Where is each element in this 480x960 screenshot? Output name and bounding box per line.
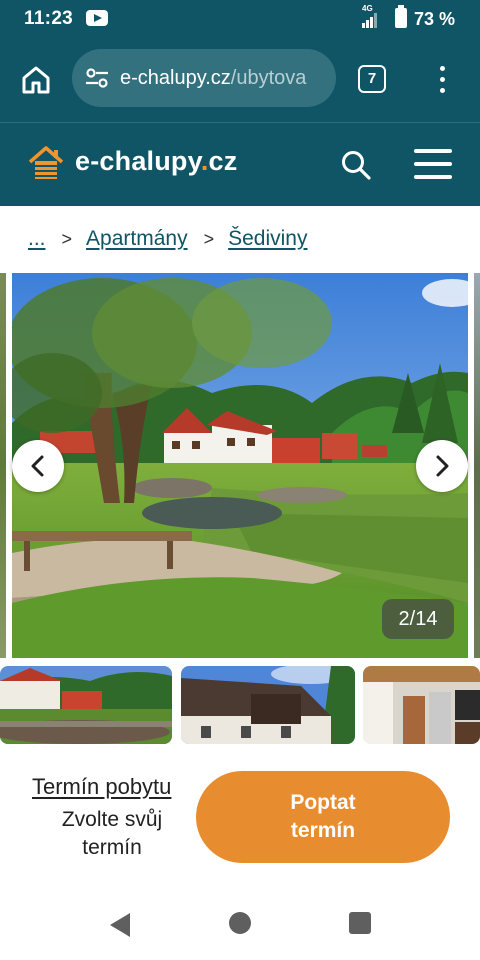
breadcrumb: ... > Apartmány > Šediviny	[28, 224, 307, 254]
browser-toolbar: e-chalupy.cz/ubytova 7	[0, 38, 480, 122]
menu-icon[interactable]	[414, 149, 452, 179]
youtube-notification-icon	[86, 10, 108, 26]
gallery-prev-photo-peek	[0, 273, 6, 658]
url-path: /ubytova	[230, 66, 307, 89]
breadcrumb-separator: >	[203, 228, 215, 249]
breadcrumb-current[interactable]: Šediviny	[228, 227, 307, 251]
status-bar: 11:23 4G 73 %	[0, 0, 480, 38]
gallery-prev-button[interactable]	[12, 440, 64, 492]
signal-icon	[362, 12, 380, 28]
request-term-button[interactable]: Poptat termín	[196, 771, 450, 863]
more-vert-icon[interactable]	[438, 66, 446, 94]
home-nav-icon[interactable]	[229, 912, 251, 934]
breadcrumb-apartmany[interactable]: Apartmány	[86, 227, 188, 251]
logo-suffix: cz	[208, 146, 238, 176]
address-bar[interactable]: e-chalupy.cz/ubytova	[72, 49, 336, 107]
url-text: e-chalupy.cz/ubytova	[120, 67, 306, 90]
stay-term-link[interactable]: Termín pobytu	[32, 774, 171, 800]
battery-level: 73 %	[414, 9, 456, 29]
booking-bar: Termín pobytu Zvolte svůj termín Poptat …	[0, 744, 480, 876]
logo-dot: .	[200, 146, 209, 176]
back-icon[interactable]	[108, 912, 132, 938]
site-header: e-chalupy.cz	[0, 122, 480, 206]
stay-term-hint: Zvolte svůj termín	[61, 808, 163, 859]
home-icon[interactable]	[20, 64, 52, 96]
chevron-right-icon	[436, 455, 449, 477]
thumbnail[interactable]	[363, 666, 480, 744]
gallery-next-photo-peek	[474, 273, 480, 658]
system-navigation-bar	[0, 888, 480, 960]
gallery-counter: 2/14	[382, 599, 454, 639]
gallery-thumbnails	[0, 666, 480, 744]
request-term-label: Poptat termín	[290, 791, 356, 842]
gallery-next-button[interactable]	[416, 440, 468, 492]
site-logo[interactable]: e-chalupy.cz	[75, 146, 237, 177]
url-domain: e-chalupy.cz	[120, 66, 231, 89]
search-icon[interactable]	[340, 149, 372, 181]
thumbnail[interactable]	[181, 666, 355, 744]
tabs-button[interactable]: 7	[358, 65, 386, 93]
recents-icon[interactable]	[349, 912, 371, 934]
chevron-left-icon	[31, 455, 44, 477]
breadcrumb-ellipsis[interactable]: ...	[28, 227, 46, 251]
thumbnail[interactable]	[0, 666, 172, 744]
battery-icon	[395, 5, 407, 28]
logo-prefix: e-chalupy	[75, 146, 201, 176]
tune-icon[interactable]	[84, 67, 110, 89]
status-time: 11:23	[24, 8, 74, 29]
breadcrumb-separator: >	[61, 228, 73, 249]
logo-house-icon[interactable]	[28, 145, 64, 181]
